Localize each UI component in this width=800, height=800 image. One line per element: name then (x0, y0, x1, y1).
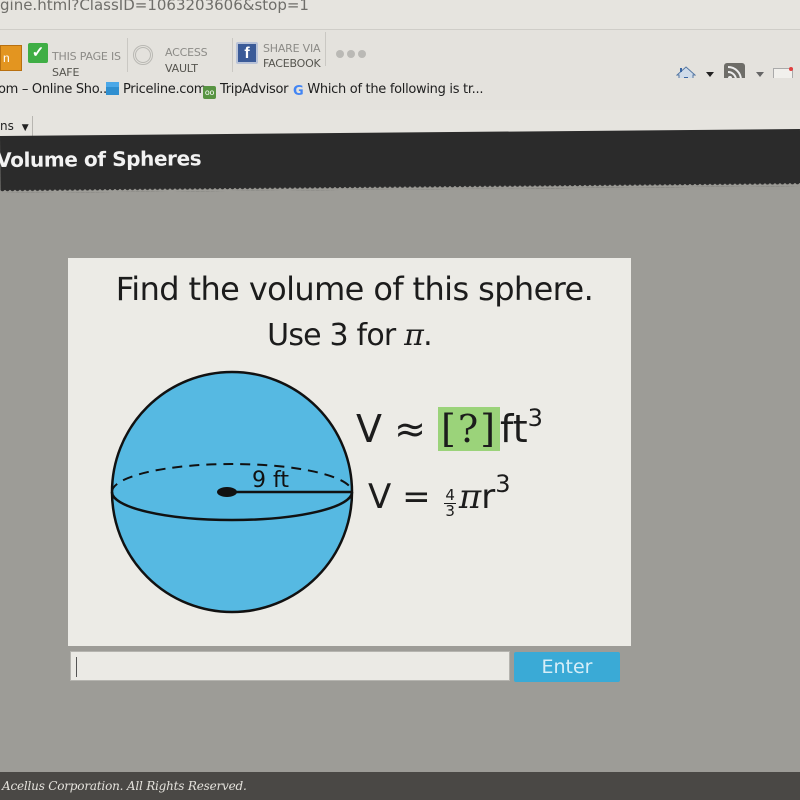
address-bar[interactable]: gine.html?ClassID=1063203606&stop=1 (0, 0, 800, 30)
menu-item-label: ns (0, 119, 14, 133)
bookmarks-bar: om – Online Sho... Priceline.com oo TripA… (0, 78, 800, 110)
browser-toolbar: n ✓ THIS PAGE IS SAFE ACCESS VAULT f SHA… (0, 30, 800, 84)
address-text[interactable]: gine.html?ClassID=1063203606&stop=1 (0, 0, 309, 14)
center-point (217, 487, 237, 497)
question-prompt: Find the volume of this sphere. (115, 270, 594, 308)
question-instruction: Use 3 for π. (68, 318, 631, 353)
bookmark-label: Priceline.com (123, 82, 207, 97)
radius-label: 9 ft (252, 468, 289, 493)
bookmark-item[interactable]: oo TripAdvisor (203, 82, 289, 99)
bookmark-label: Which of the following is tr... (307, 82, 484, 97)
answer-unit: ft (500, 407, 528, 451)
toolbar-divider (325, 32, 326, 66)
menu-divider (32, 116, 33, 138)
bookmark-item[interactable]: G Which of the following is tr... (293, 82, 484, 99)
formula-fraction: 43 (444, 488, 456, 519)
volume-formula: V = 4 3 πr3 (368, 470, 511, 519)
footer: Acellus Corporation. All Rights Reserved… (0, 772, 800, 800)
orange-toolbar-button[interactable]: n (0, 45, 22, 71)
toolbar-divider (232, 38, 233, 72)
vault-label-line1[interactable]: ACCESS (165, 46, 208, 59)
bookmark-label: om – Online Sho... (0, 82, 111, 97)
share-label-line1[interactable]: SHARE VIA (263, 42, 321, 55)
bookmark-label: TripAdvisor (220, 82, 289, 97)
menu-dropdown[interactable]: ns ▼ (0, 119, 29, 133)
formula-variable: r (481, 477, 496, 517)
lesson-header: Volume of Spheres (0, 129, 800, 190)
pi-symbol: π (404, 318, 424, 353)
chevron-down-icon: ▼ (21, 123, 29, 133)
answer-lhs: V ≈ (356, 407, 438, 451)
safe-label-line1: THIS PAGE IS (52, 50, 121, 63)
formula-pi: π (458, 477, 482, 517)
home-dropdown-icon[interactable] (706, 72, 714, 77)
answer-equation: V ≈ [?]ft3 (356, 404, 543, 451)
sphere-diagram: 9 ft (110, 370, 354, 614)
bookmark-item[interactable]: Priceline.com (106, 82, 206, 97)
more-options-icon[interactable] (336, 45, 369, 63)
orange-tab-label: n (3, 51, 10, 65)
facebook-icon[interactable]: f (236, 42, 258, 64)
copyright-text: Acellus Corporation. All Rights Reserved… (2, 779, 247, 793)
formula-lhs: V = (368, 477, 442, 517)
instruction-prefix: Use 3 for (267, 318, 405, 353)
instruction-suffix: . (423, 318, 433, 353)
priceline-icon (106, 82, 119, 95)
bookmark-item[interactable]: om – Online Sho... (0, 82, 111, 97)
toolbar-divider (127, 38, 128, 72)
question-card: Find the volume of this sphere. Use 3 fo… (68, 258, 631, 646)
share-label-line2[interactable]: FACEBOOK (263, 57, 321, 70)
answer-exponent: 3 (527, 404, 543, 432)
vault-icon (133, 45, 153, 65)
lesson-title: Volume of Spheres (0, 146, 202, 173)
checkmark-icon: ✓ (28, 43, 48, 63)
formula-exponent: 3 (495, 470, 511, 498)
text-cursor (76, 657, 77, 677)
answer-placeholder-box: [?] (438, 407, 501, 451)
vault-label-line2[interactable]: VAULT (165, 62, 198, 75)
google-icon: G (293, 84, 304, 99)
answer-input[interactable] (70, 651, 510, 681)
enter-button[interactable]: Enter (514, 652, 620, 682)
rss-dropdown-icon[interactable] (756, 72, 764, 77)
fraction-denominator: 3 (445, 502, 455, 520)
tripadvisor-icon: oo (203, 86, 216, 99)
